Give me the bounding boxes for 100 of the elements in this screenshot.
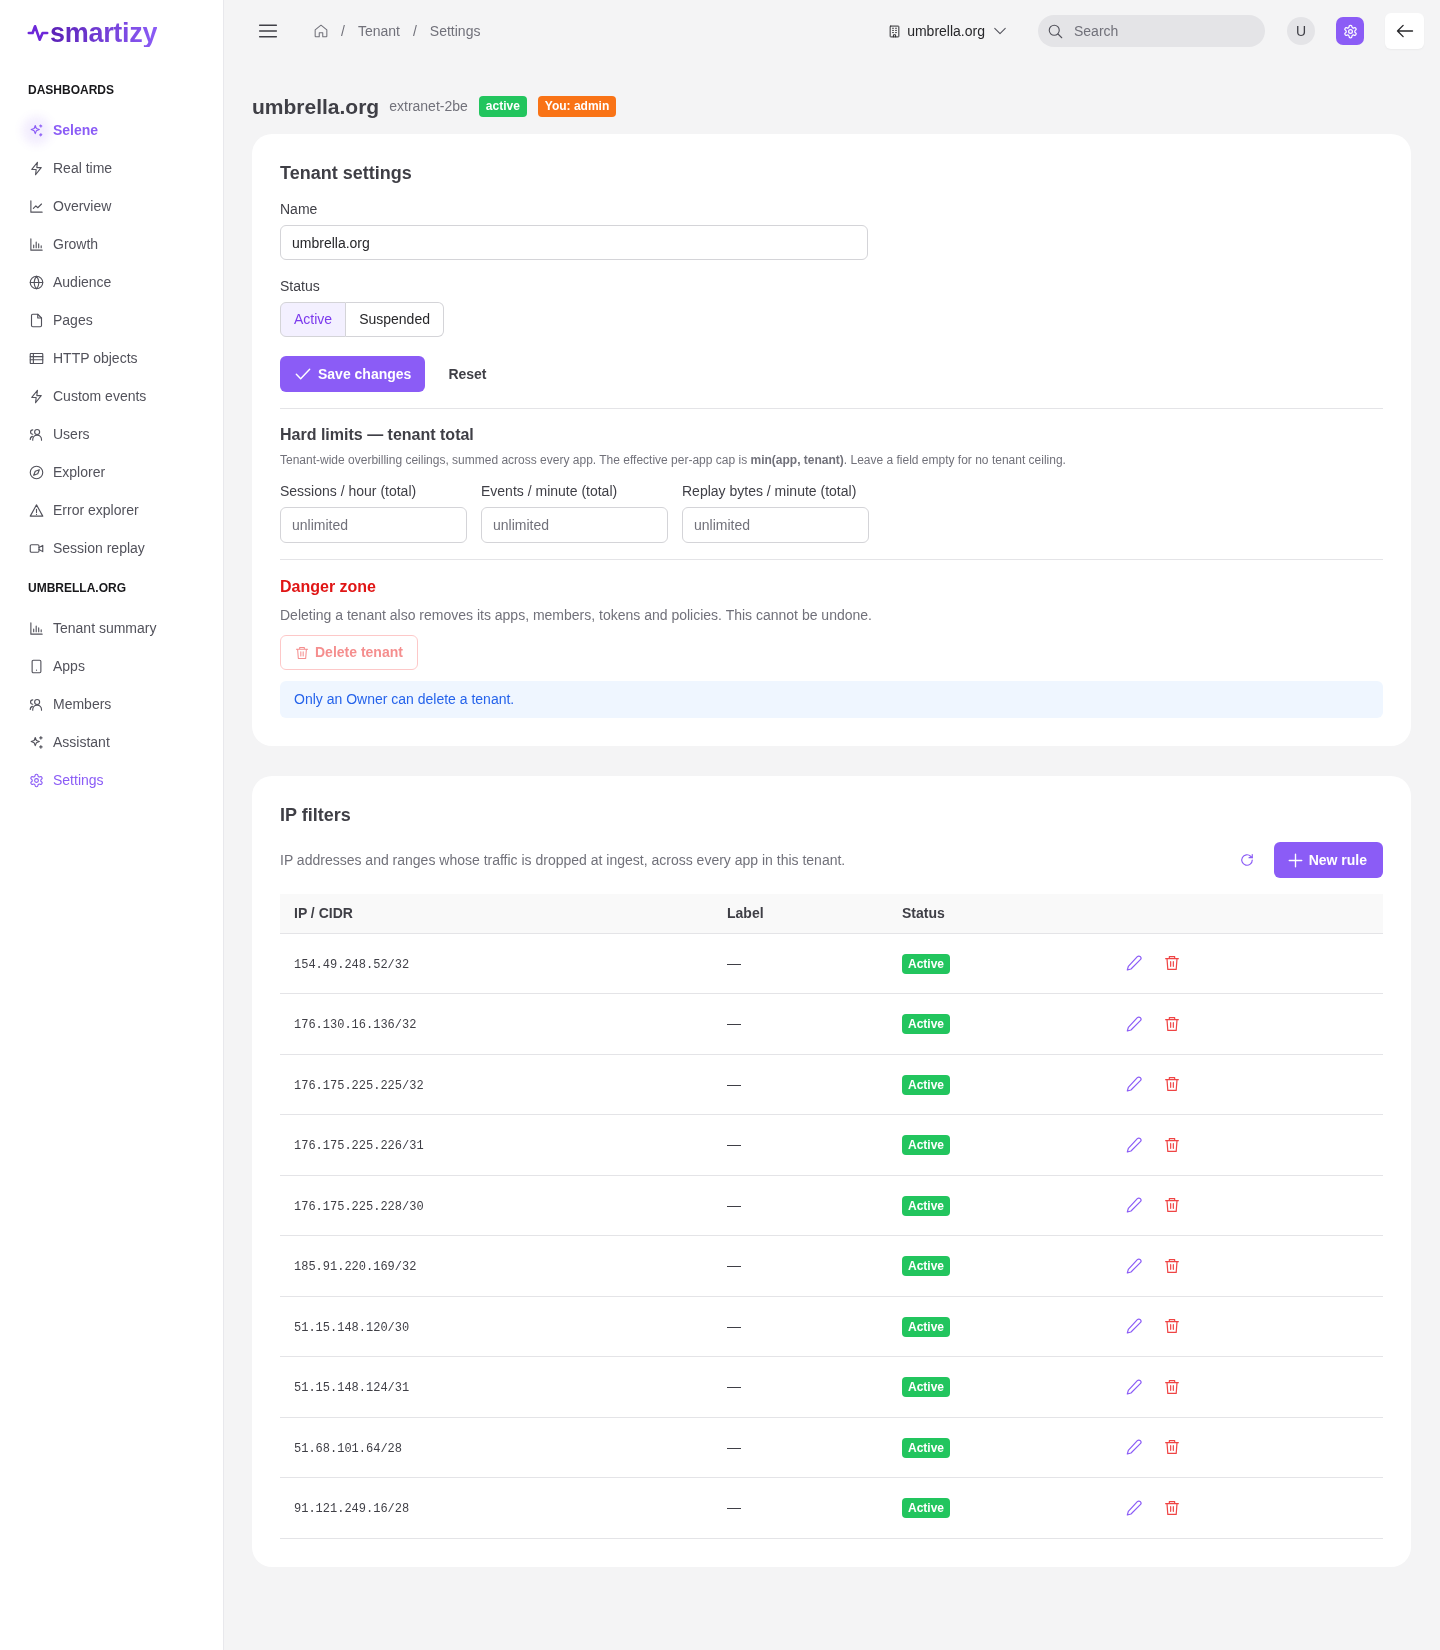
new-rule-button[interactable]: New rule [1273,842,1383,878]
trash-icon [1164,1378,1180,1395]
ip-address: 176.175.225.226/31 [294,1139,424,1154]
document-icon [29,312,44,328]
trash-icon [1164,1197,1180,1214]
refresh-icon [1239,853,1254,867]
breadcrumb-link[interactable]: Tenant [357,20,400,42]
warning-icon [29,502,44,518]
table-icon [29,350,44,366]
sparkle-icon [29,734,44,750]
rule-label: — [727,1317,741,1334]
card-title: IP filters [280,804,351,826]
name-input[interactable]: umbrella.org [280,225,868,260]
sidebar-item[interactable]: Settings [27,761,104,799]
column-header: IP / CIDR [280,894,713,933]
search-field[interactable]: Search [1038,15,1265,47]
sidebar-item[interactable]: HTTP objects [27,339,138,377]
settings-button[interactable] [1336,17,1364,45]
sidebar-item[interactable]: Assistant [27,723,110,761]
sidebar-item[interactable]: Growth [27,225,99,263]
check-icon [295,366,311,382]
status-option[interactable]: Suspended [346,302,444,337]
field-label: Status [280,277,320,296]
people-icon [29,696,44,712]
rule-label: — [727,1136,741,1153]
status-badge: Active [902,1256,951,1277]
danger-title: Danger zone [280,577,376,597]
column-header: Status [888,894,1112,933]
sidebar-item[interactable]: Real time [27,149,113,187]
rule-label: — [727,1499,741,1516]
header-badge: You: admin [537,95,617,117]
description-text: IP addresses and ranges whose traffic is dropped at ingest, across every app in this tenant. [280,851,846,870]
sidebar-item[interactable]: Members [27,685,112,723]
limit-input[interactable]: unlimited [481,507,668,543]
limit-input[interactable]: unlimited [280,507,467,543]
sidebar-item[interactable]: Error explorer [27,491,139,529]
menu-button[interactable] [258,21,278,41]
pencil-icon [1126,1015,1142,1032]
trash-icon [1164,1076,1180,1093]
trash-icon [1164,1136,1180,1153]
home-icon [314,24,328,38]
header-badge: active [478,95,527,117]
home-link[interactable] [314,24,328,38]
ip-address: 51.15.148.120/30 [294,1320,410,1335]
section-title: Hard limits — tenant total [280,425,474,445]
breadcrumb-link[interactable]: Settings [429,20,481,42]
trash-icon [295,645,309,660]
help-text: Tenant-wide overbilling ceilings, summed across every app. The effective per-app cap is min(app, tenant). Leave a field empty for no tenant ceiling. [280,452,1066,468]
tenant-switcher[interactable]: umbrella.org [888,20,1007,42]
ip-address: 91.121.249.16/28 [294,1502,410,1517]
ip-address: 176.175.225.225/32 [294,1078,424,1093]
ip-address: 51.15.148.124/31 [294,1381,410,1396]
column-header: Label [713,894,888,933]
reset-button[interactable]: Reset [448,363,487,385]
lightning-icon [29,160,44,176]
status-badge: Active [902,953,951,974]
pencil-icon [1126,1439,1142,1456]
ip-address: 51.68.101.64/28 [294,1441,403,1456]
status-badge: Active [902,1437,951,1458]
back-arrow-icon [1395,22,1414,40]
ip-address: 176.130.16.136/32 [294,1018,417,1033]
plus-icon [1287,852,1303,868]
page-title: umbrella.org [252,95,380,117]
rule-label: — [727,1257,741,1274]
pencil-icon [1126,1257,1142,1274]
save-button[interactable]: Save changes [280,356,426,392]
sidebar-item[interactable]: Selene [27,111,99,149]
rule-label: — [727,1015,741,1032]
warning-text: Deleting a tenant also removes its apps, members, tokens and policies. This cannot be undone. [280,606,872,625]
pencil-icon [1126,1378,1142,1395]
sidebar-item[interactable]: Session replay [27,529,145,567]
back-button[interactable] [1385,13,1424,49]
status-badge: Active [902,1195,951,1216]
sidebar-item[interactable]: Overview [27,187,112,225]
status-badge: Active [902,1316,951,1337]
sidebar-item[interactable]: Explorer [27,453,106,491]
section-heading: UMBRELLA.ORG [28,580,126,596]
sidebar-item[interactable]: Pages [27,301,93,339]
pulse-icon [27,23,49,43]
sidebar-item[interactable]: Apps [27,647,85,685]
user-avatar[interactable]: U [1287,17,1315,45]
info-alert: Only an Owner can delete a tenant. [280,681,1383,718]
sidebar-item[interactable]: Audience [27,263,112,301]
building-icon [888,23,902,39]
sidebar-item[interactable]: Custom events [27,377,147,415]
status-badge: Active [902,1377,951,1398]
bar-chart-icon [29,620,44,636]
status-option[interactable]: Active [280,302,347,337]
settings-icon [29,772,44,788]
trash-icon [1164,1439,1180,1456]
settings-icon [1342,23,1358,39]
phone-icon [29,658,44,674]
pencil-icon [1126,955,1142,972]
limit-input[interactable]: unlimited [682,507,869,543]
logo-text: smartizy [50,19,158,47]
sidebar-item[interactable]: Users [27,415,90,453]
card-title: Tenant settings [280,162,412,184]
trash-icon [1164,1318,1180,1335]
sidebar-item[interactable]: Tenant summary [27,609,157,647]
menu-icon [258,21,278,41]
